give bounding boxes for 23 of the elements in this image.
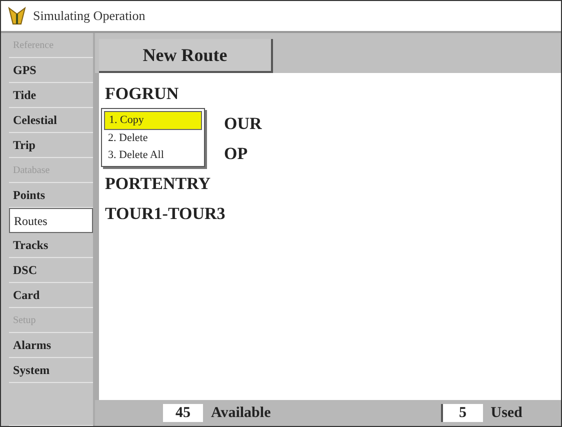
count-field: 45 [163,404,203,422]
route-item[interactable]: PORTENTRY [105,169,211,199]
new-route-button[interactable]: New Route [99,39,273,73]
menu-item[interactable]: 2. Delete [104,130,202,147]
sidebar-tab[interactable]: DSC [9,258,93,283]
app-icon [7,6,27,26]
sidebar-tab[interactable]: Tide [9,83,93,108]
sidebar-tab[interactable]: Tracks [9,233,93,258]
sidebar-tab[interactable]: Alarms [9,333,93,358]
sidebar-tab[interactable]: Trip [9,133,93,158]
window-title: Simulating Operation [33,8,146,24]
menu-item[interactable]: 3. Delete All [104,147,202,164]
sidebar-tab[interactable]: Card [9,283,93,308]
sidebar-tab[interactable]: System [9,358,93,383]
route-item[interactable]: TOUR1-TOUR3 [105,199,226,229]
count-field: 5 [440,404,483,422]
menu-item[interactable]: 1. Copy [104,111,202,130]
status-label: Available [211,404,271,422]
sidebar-tab[interactable]: Celestial [9,108,93,133]
route-item[interactable]: FOGRUN [105,79,179,109]
sidebar-tab[interactable]: GPS [9,58,93,83]
sidebar-tab[interactable]: Routes [9,208,93,233]
status-label: Used [490,404,522,422]
